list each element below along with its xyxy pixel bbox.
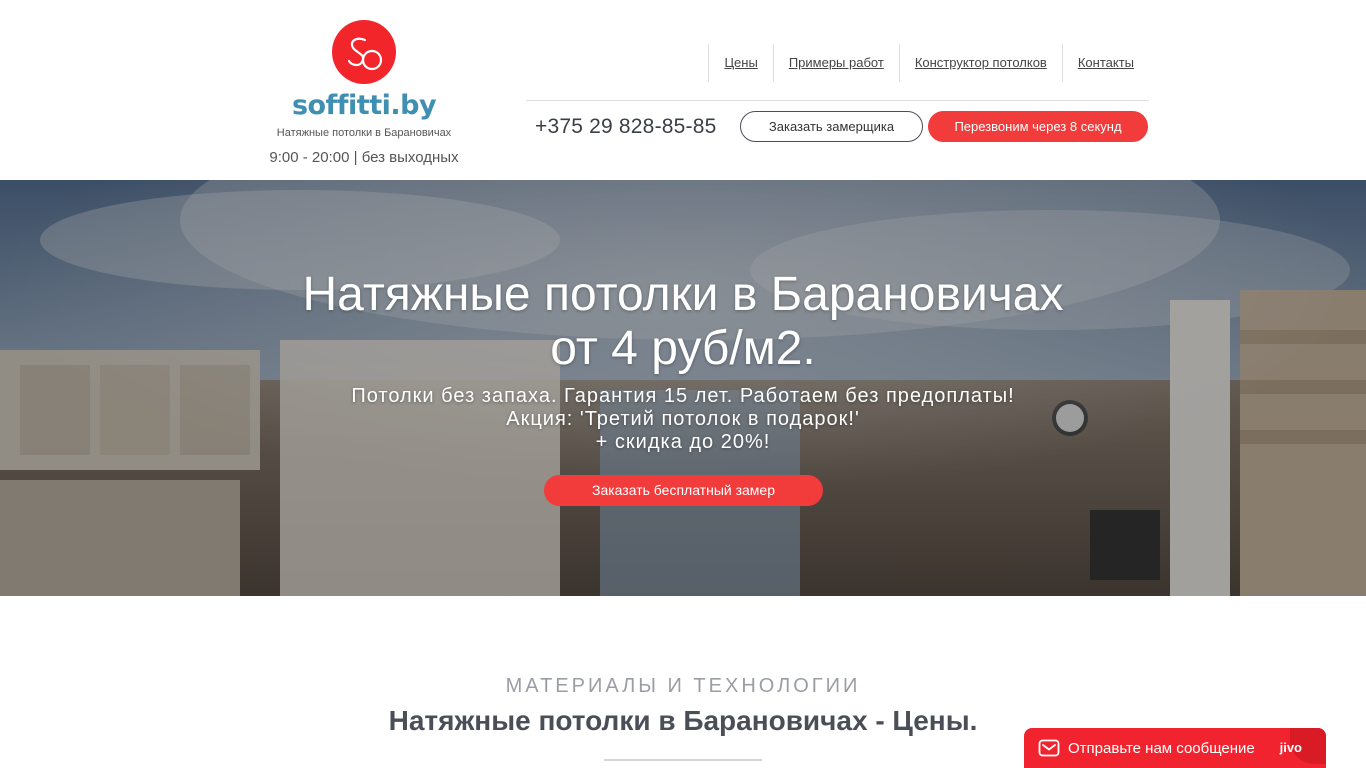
- hero-title: Натяжные потолки в Барановичах от 4 руб/…: [0, 268, 1366, 376]
- chat-brand-logo: jivo: [1279, 740, 1302, 755]
- mail-icon: [1038, 739, 1060, 757]
- section-divider: [604, 759, 762, 761]
- logo-tagline: Натяжные потолки в Барановичах: [276, 127, 452, 139]
- logo-wordmark: soffitti.by: [291, 90, 437, 121]
- logo-monogram-icon: [347, 37, 383, 71]
- main-nav: Цены Примеры работ Конструктор потолков …: [708, 44, 1149, 82]
- logo-block[interactable]: soffitti.by Натяжные потолки в Баранович…: [258, 18, 470, 167]
- working-hours: 9:00 - 20:00 | без выходных: [269, 149, 459, 166]
- hero-title-line-2: от 4 руб/м2.: [550, 322, 816, 375]
- hero-discount-text: + скидка до 20%!: [595, 431, 771, 453]
- hero-banner: Натяжные потолки в Барановичах от 4 руб/…: [0, 180, 1366, 596]
- callback-button[interactable]: Перезвоним через 8 секунд: [928, 111, 1148, 142]
- chat-widget[interactable]: Отправьте нам сообщение jivo: [1024, 728, 1326, 768]
- nav-link-constructor[interactable]: Конструктор потолков: [898, 44, 1062, 82]
- hero-promo-text: Акция: 'Третий потолок в подарок!': [506, 408, 860, 430]
- section-kicker: МАТЕРИАЛЫ И ТЕХНОЛОГИИ: [505, 675, 861, 697]
- nav-link-contacts[interactable]: Контакты: [1061, 44, 1149, 82]
- logo-icon[interactable]: [332, 20, 396, 84]
- free-measure-button[interactable]: Заказать бесплатный замер: [544, 475, 823, 506]
- chat-prompt-text: Отправьте нам сообщение: [1068, 740, 1255, 757]
- hero-subtitle: Потолки без запаха. Гарантия 15 лет. Раб…: [0, 385, 1366, 454]
- site-header: soffitti.by Натяжные потолки в Баранович…: [0, 0, 1366, 180]
- phone-number[interactable]: +375 29 828-85-85: [535, 113, 716, 141]
- nav-link-portfolio[interactable]: Примеры работ: [772, 44, 899, 82]
- header-divider: [526, 100, 1149, 101]
- hero-title-line-1: Натяжные потолки в Барановичах: [302, 268, 1064, 321]
- hero-benefits-text: Потолки без запаха. Гарантия 15 лет. Раб…: [351, 385, 1015, 407]
- nav-link-prices[interactable]: Цены: [708, 44, 772, 82]
- order-measurer-button[interactable]: Заказать замерщика: [740, 111, 923, 142]
